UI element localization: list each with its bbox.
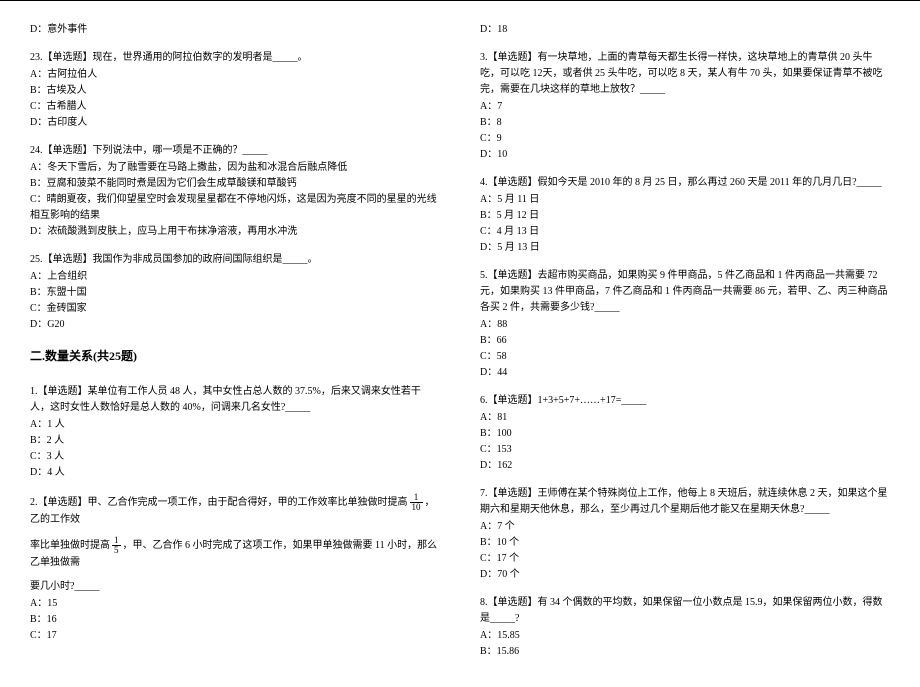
option-b: B：古埃及人 [30, 83, 440, 99]
q23: 23.【单选题】现在，世界通用的阿拉伯数字的发明者是_____。 A：古阿拉伯人… [30, 50, 440, 131]
option-a: A：1 人 [30, 417, 440, 433]
option-c: C：4 月 13 日 [480, 224, 890, 240]
option-b: B：10 个 [480, 535, 890, 551]
option-c: C：9 [480, 131, 890, 147]
fraction-icon: 15 [112, 536, 121, 555]
right-column: D：18 3.【单选题】有一块草地，上面的青草每天都生长得一样快，这块草地上的青… [480, 22, 890, 672]
option-d: D：44 [480, 365, 890, 381]
question-text-line3: 要几小时?_____ [30, 579, 440, 595]
option-b: B：100 [480, 426, 890, 442]
sec2-q1: 1.【单选题】某单位有工作人员 48 人，其中女性占总人数的 37.5%，后来又… [30, 384, 440, 481]
option-d: D：浓硫酸溅到皮肤上，应马上用干布抹净溶液，再用水冲洗 [30, 224, 440, 240]
question-text: 23.【单选题】现在，世界通用的阿拉伯数字的发明者是_____。 [30, 50, 440, 66]
fraction-icon: 110 [410, 493, 423, 512]
option-b: B：东盟十国 [30, 285, 440, 301]
option-d: D：G20 [30, 317, 440, 333]
sec2-q8: 8.【单选题】有 34 个偶数的平均数，如果保留一位小数点是 15.9，如果保留… [480, 595, 890, 660]
option-c: C：58 [480, 349, 890, 365]
option-a: A：冬天下雪后，为了融雪要在马路上撒盐，因为盐和冰混合后融点降低 [30, 160, 440, 176]
sec2-q3: 3.【单选题】有一块草地，上面的青草每天都生长得一样快，这块草地上的青草供 20… [480, 50, 890, 163]
question-text: 4.【单选题】假如今天是 2010 年的 8 月 25 日，那么再过 260 天… [480, 175, 890, 191]
option-b: B：15.86 [480, 644, 890, 660]
option-d: D：70 个 [480, 567, 890, 583]
option-d: D：5 月 13 日 [480, 240, 890, 256]
option-b: B：2 人 [30, 433, 440, 449]
q24: 24.【单选题】下列说法中，哪一项是不正确的？_____ A：冬天下雪后，为了融… [30, 143, 440, 240]
option-c: C：3 人 [30, 449, 440, 465]
question-text: 8.【单选题】有 34 个偶数的平均数，如果保留一位小数点是 15.9，如果保留… [480, 595, 890, 627]
question-text: 25.【单选题】我国作为非成员国参加的政府间国际组织是_____。 [30, 252, 440, 268]
section-title: 二.数量关系(共25题) [30, 347, 440, 366]
option-b: B：豆腐和菠菜不能同时煮是因为它们会生成草酸镁和草酸钙 [30, 176, 440, 192]
option-d: D：4 人 [30, 465, 440, 481]
q25: 25.【单选题】我国作为非成员国参加的政府间国际组织是_____。 A：上合组织… [30, 252, 440, 333]
option-d: D：18 [480, 22, 890, 38]
left-column: D：意外事件 23.【单选题】现在，世界通用的阿拉伯数字的发明者是_____。 … [30, 22, 440, 672]
option-b: B：16 [30, 612, 440, 628]
question-text: 24.【单选题】下列说法中，哪一项是不正确的？_____ [30, 143, 440, 159]
question-text-line1: 2.【单选题】甲、乙合作完成一项工作，由于配合得好，甲的工作效率比单独做时提高1… [30, 493, 440, 528]
option-a: A：81 [480, 410, 890, 426]
option-c: C：古希腊人 [30, 99, 440, 115]
option-d: D：古印度人 [30, 115, 440, 131]
sec2-q5: 5.【单选题】去超市购买商品，如果购买 9 件甲商品，5 件乙商品和 1 件丙商… [480, 268, 890, 381]
option-a: A：15.85 [480, 628, 890, 644]
option-c: C：金砖国家 [30, 301, 440, 317]
option-d: D：162 [480, 458, 890, 474]
q2-continued: D：18 [480, 22, 890, 38]
question-text: 5.【单选题】去超市购买商品，如果购买 9 件甲商品，5 件乙商品和 1 件丙商… [480, 268, 890, 316]
sec2-q2: 2.【单选题】甲、乙合作完成一项工作，由于配合得好，甲的工作效率比单独做时提高1… [30, 493, 440, 644]
option-a: A：7 [480, 99, 890, 115]
option-a: A：7 个 [480, 519, 890, 535]
option-a: A：88 [480, 317, 890, 333]
question-text: 6.【单选题】1+3+5+7+……+17=_____ [480, 393, 890, 409]
question-text: 3.【单选题】有一块草地，上面的青草每天都生长得一样快，这块草地上的青草供 20… [480, 50, 890, 98]
option-b: B：5 月 12 日 [480, 208, 890, 224]
question-text: 1.【单选题】某单位有工作人员 48 人，其中女性占总人数的 37.5%，后来又… [30, 384, 440, 416]
sec2-q7: 7.【单选题】王师傅在某个特殊岗位上工作，他每上 8 天班后，就连续休息 2 天… [480, 486, 890, 583]
option-d: D：10 [480, 147, 890, 163]
question-text-line2: 率比单独做时提高15，甲、乙合作 6 小时完成了这项工作，如果甲单独做需要 11… [30, 536, 440, 571]
option-c: C：17 [30, 628, 440, 644]
option-b: B：8 [480, 115, 890, 131]
option-a: A：5 月 11 日 [480, 192, 890, 208]
sec2-q4: 4.【单选题】假如今天是 2010 年的 8 月 25 日，那么再过 260 天… [480, 175, 890, 256]
sec2-q6: 6.【单选题】1+3+5+7+……+17=_____ A：81 B：100 C：… [480, 393, 890, 474]
q22-partial: D：意外事件 [30, 22, 440, 38]
option-c: C：晴朗夏夜，我们仰望星空时会发现星星都在不停地闪烁，这是因为亮度不同的星星的光… [30, 192, 440, 224]
option-c: C：153 [480, 442, 890, 458]
option-a: A：古阿拉伯人 [30, 67, 440, 83]
question-text: 7.【单选题】王师傅在某个特殊岗位上工作，他每上 8 天班后，就连续休息 2 天… [480, 486, 890, 518]
option-a: A：上合组织 [30, 269, 440, 285]
option-b: B：66 [480, 333, 890, 349]
option: D：意外事件 [30, 22, 440, 38]
option-a: A：15 [30, 596, 440, 612]
option-c: C：17 个 [480, 551, 890, 567]
